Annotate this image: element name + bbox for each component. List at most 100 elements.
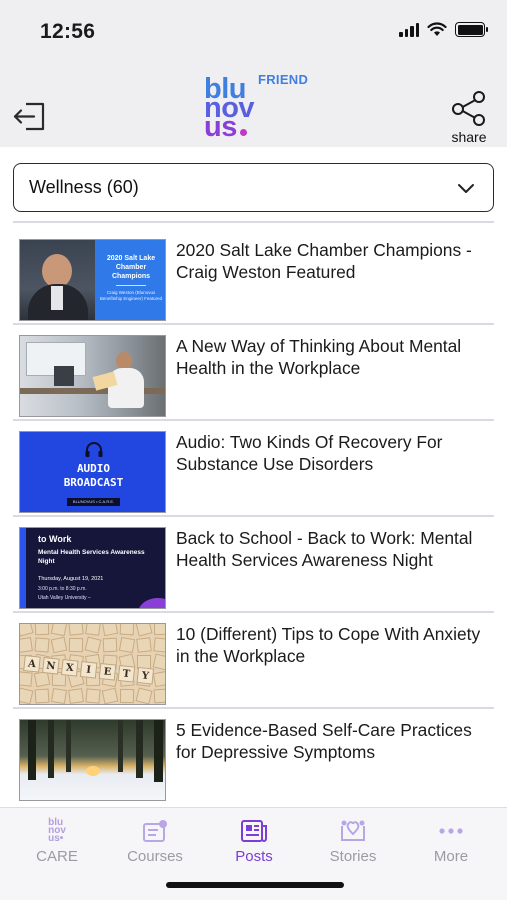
background-tile — [20, 624, 34, 637]
background-tile — [153, 624, 165, 636]
background-tile — [118, 636, 136, 654]
thumb-line-1: AUDIO — [76, 462, 111, 475]
post-thumbnail: to Work Mental Health Services Awareness… — [19, 527, 166, 609]
wifi-icon — [427, 22, 447, 36]
post-title[interactable]: 5 Evidence-Based Self-Care Practices for… — [176, 719, 491, 763]
thumb-place: Utah Valley University – — [38, 595, 91, 601]
post-thumbnail — [19, 335, 166, 417]
headphones-icon — [85, 442, 103, 457]
post-title[interactable]: 2020 Salt Lake Chamber Champions - Craig… — [176, 239, 491, 283]
background-tile — [101, 687, 119, 704]
background-tile — [20, 637, 33, 653]
letter-tile: A — [23, 655, 41, 673]
tab-label: Courses — [127, 848, 183, 865]
audio-broadcast-label: AUDIO BROADCAST — [20, 462, 165, 490]
post-item[interactable]: AUDIO BROADCAST BLUNOVUS • C.A.R.E. Audi… — [0, 421, 507, 517]
background-tile — [34, 688, 50, 704]
more-dots-icon — [406, 816, 496, 846]
courses-icon — [110, 816, 200, 846]
tab-label: More — [433, 848, 469, 865]
tab-posts[interactable]: Posts — [209, 816, 299, 865]
background-tile — [50, 636, 68, 654]
chevron-down-icon — [458, 183, 474, 193]
tab-label: CARE — [36, 848, 78, 865]
letter-tile: E — [98, 662, 117, 681]
thumb-footer: BLUNOVUS • C.A.R.E. — [67, 498, 120, 506]
post-title[interactable]: 10 (Different) Tips to Cope With Anxiety… — [176, 623, 491, 667]
post-thumbnail: A N X I E T Y — [19, 623, 166, 705]
category-filter-value: Wellness (60) — [29, 177, 139, 197]
post-title[interactable]: Back to School - Back to Work: Mental He… — [176, 527, 491, 571]
post-title[interactable]: A New Way of Thinking About Mental Healt… — [176, 335, 491, 379]
background-tile — [50, 687, 68, 704]
post-list: 2020 Salt Lake Chamber Champions Craig W… — [0, 229, 507, 805]
background-tile — [50, 624, 68, 637]
post-item[interactable]: 2020 Salt Lake Chamber Champions Craig W… — [0, 229, 507, 325]
background-tile — [84, 636, 102, 654]
background-tile — [68, 688, 84, 704]
share-label: share — [451, 129, 487, 145]
portrait-photo — [20, 240, 95, 320]
letter-tile: N — [42, 657, 60, 675]
thumb-date: Thursday, August 19, 2021 — [38, 576, 104, 582]
tab-more[interactable]: More — [406, 816, 496, 865]
thumb-line-2: BROADCAST — [63, 476, 124, 489]
logo-dot — [240, 129, 247, 136]
background-tile — [34, 637, 50, 653]
background-tile — [135, 624, 153, 637]
background-tile — [20, 687, 34, 704]
post-item[interactable]: A N X I E T Y 10 (Different) Tips to Cop… — [0, 613, 507, 709]
post-item[interactable]: A New Way of Thinking About Mental Healt… — [0, 325, 507, 421]
sunlight — [86, 766, 100, 776]
battery-icon — [455, 22, 488, 37]
tab-stories[interactable]: Stories — [308, 816, 398, 865]
status-time: 12:56 — [40, 20, 96, 43]
post-item[interactable]: 5 Evidence-Based Self-Care Practices for… — [0, 709, 507, 805]
background-tile — [153, 637, 165, 653]
post-item[interactable]: to Work Mental Health Services Awareness… — [0, 517, 507, 613]
post-thumbnail: 2020 Salt Lake Chamber Champions Craig W… — [19, 239, 166, 321]
background-tile — [102, 637, 118, 653]
list-top-divider — [13, 221, 494, 223]
tab-courses[interactable]: Courses — [110, 816, 200, 865]
tab-label: Posts — [235, 848, 273, 865]
post-title[interactable]: Audio: Two Kinds Of Recovery For Substan… — [176, 431, 491, 475]
logo-friend-tag: FRIEND — [258, 72, 309, 87]
background-tile — [68, 637, 84, 653]
background-tile — [20, 671, 33, 687]
tab-label: Stories — [329, 848, 377, 865]
thumb-heading: to Work — [38, 534, 72, 544]
background-tile — [136, 637, 152, 653]
blunovus-logo-icon: blu nov us• — [48, 817, 66, 844]
thumb-accent-shape — [138, 598, 165, 608]
cellular-signal-icon — [399, 22, 419, 37]
background-tile — [119, 624, 135, 636]
background-tile — [85, 624, 101, 636]
thumb-subtitle: Craig Weston (Blunovus Benefitship Engin… — [99, 290, 163, 301]
home-indicator — [166, 882, 344, 888]
monitor — [54, 366, 74, 386]
stories-icon — [308, 816, 398, 846]
desk — [20, 388, 165, 394]
background-tile — [135, 687, 153, 704]
letter-tile: T — [117, 664, 136, 683]
category-filter-dropdown[interactable]: Wellness (60) — [13, 163, 494, 212]
logo-line-3: us — [204, 111, 237, 143]
letter-tile: Y — [136, 666, 155, 685]
background-tile — [152, 653, 165, 671]
background-tile — [101, 624, 119, 637]
top-bar: 12:56 blu nov us FRIEND share — [0, 0, 507, 147]
background-tile — [68, 624, 84, 636]
thumb-subtitle: Mental Health Services Awareness Night — [38, 549, 145, 565]
background-tile — [119, 688, 135, 704]
post-thumbnail — [19, 719, 166, 801]
thumb-time: 3:00 p.m. to 8:30 p.m. — [38, 586, 87, 592]
tab-care[interactable]: blu nov us• CARE — [12, 816, 102, 866]
thumb-heading: 2020 Salt Lake Chamber Champions — [106, 255, 156, 280]
background-tile — [153, 688, 165, 704]
background-tile — [85, 688, 101, 704]
logout-icon[interactable] — [12, 98, 48, 134]
share-button[interactable]: share — [444, 90, 494, 145]
letter-tile: X — [60, 659, 79, 677]
share-icon — [452, 91, 485, 126]
